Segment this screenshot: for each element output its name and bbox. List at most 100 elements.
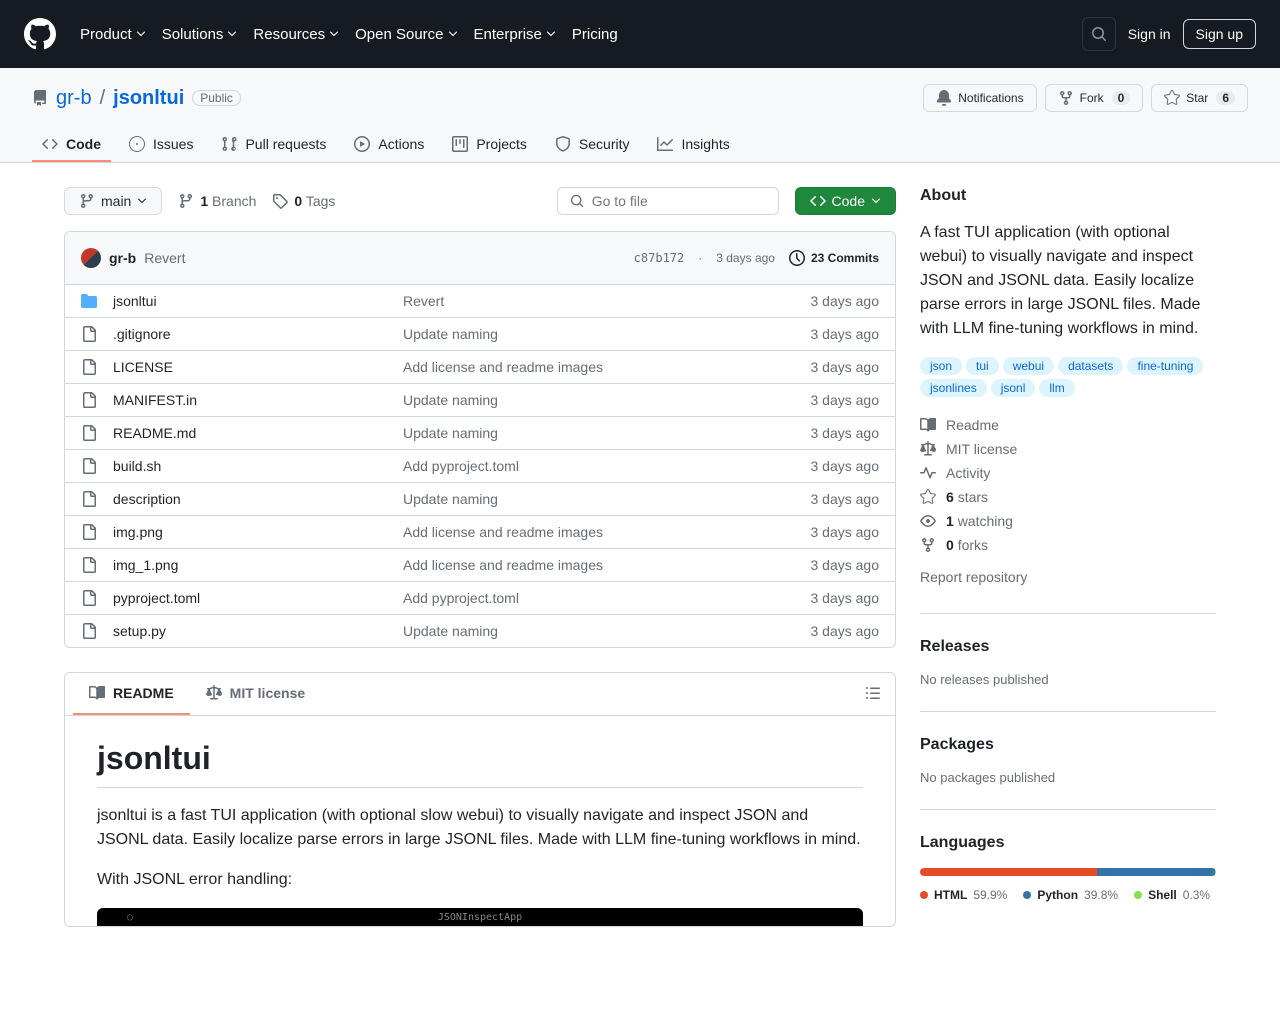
releases-section: Releases No releases published xyxy=(920,638,1216,712)
tab-insights[interactable]: Insights xyxy=(647,128,739,162)
file-commit-msg[interactable]: Add license and readme images xyxy=(403,557,811,573)
languages-section: Languages HTML 59.9% Python 39.8% Shell … xyxy=(920,834,1216,902)
repo-name-link[interactable]: jsonltui xyxy=(113,87,184,110)
language-bar xyxy=(920,868,1216,876)
watching-link[interactable]: 1 watching xyxy=(920,509,1216,533)
commit-author[interactable]: gr-b xyxy=(109,250,136,266)
file-name[interactable]: README.md xyxy=(113,425,403,441)
file-commit-msg[interactable]: Add pyproject.toml xyxy=(403,590,811,606)
branch-count-link[interactable]: 1 Branch xyxy=(178,193,256,209)
readme-tabs: README MIT license xyxy=(65,673,895,716)
file-name[interactable]: pyproject.toml xyxy=(113,590,403,606)
topic-jsonlines[interactable]: jsonlines xyxy=(920,379,987,397)
about-heading: About xyxy=(920,187,1216,205)
github-logo-icon[interactable] xyxy=(24,18,56,50)
file-search[interactable] xyxy=(557,187,779,215)
stars-link[interactable]: 6 stars xyxy=(920,485,1216,509)
signin-link[interactable]: Sign in xyxy=(1128,26,1171,42)
code-button[interactable]: Code xyxy=(795,187,896,215)
notifications-button[interactable]: Notifications xyxy=(923,84,1036,112)
file-commit-msg[interactable]: Update naming xyxy=(403,425,811,441)
nav-item-pricing[interactable]: Pricing xyxy=(564,18,626,51)
license-link[interactable]: MIT license xyxy=(920,437,1216,461)
file-name[interactable]: description xyxy=(113,491,403,507)
file-name[interactable]: jsonltui xyxy=(113,293,403,309)
tab-security[interactable]: Security xyxy=(545,128,640,162)
file-commit-msg[interactable]: Add license and readme images xyxy=(403,524,811,540)
forks-link[interactable]: 0 forks xyxy=(920,533,1216,557)
nav-item-enterprise[interactable]: Enterprise xyxy=(466,18,564,51)
activity-link[interactable]: Activity xyxy=(920,461,1216,485)
packages-text: No packages published xyxy=(920,770,1216,785)
file-commit-msg[interactable]: Add pyproject.toml xyxy=(403,458,811,474)
nav-item-open-source[interactable]: Open Source xyxy=(347,18,465,51)
tab-issues[interactable]: Issues xyxy=(119,128,203,162)
file-name[interactable]: build.sh xyxy=(113,458,403,474)
file-name[interactable]: img_1.png xyxy=(113,557,403,573)
license-tab[interactable]: MIT license xyxy=(190,673,321,715)
topic-fine-tuning[interactable]: fine-tuning xyxy=(1127,357,1203,375)
file-icon xyxy=(81,359,97,375)
tab-code[interactable]: Code xyxy=(32,128,111,162)
file-row: MANIFEST.in Update naming 3 days ago xyxy=(65,384,895,417)
outline-button[interactable] xyxy=(859,679,887,710)
languages-heading: Languages xyxy=(920,834,1216,852)
tab-projects[interactable]: Projects xyxy=(442,128,537,162)
lang-dot xyxy=(1023,891,1031,899)
file-name[interactable]: img.png xyxy=(113,524,403,540)
file-search-input[interactable] xyxy=(592,193,766,209)
repo-title: gr-b / jsonltui Public xyxy=(32,87,241,110)
readme-tab[interactable]: README xyxy=(73,673,190,715)
file-commit-msg[interactable]: Revert xyxy=(403,293,811,309)
topic-webui[interactable]: webui xyxy=(1003,357,1054,375)
file-date: 3 days ago xyxy=(811,326,880,342)
file-name[interactable]: LICENSE xyxy=(113,359,403,375)
owner-link[interactable]: gr-b xyxy=(56,87,92,110)
file-commit-msg[interactable]: Update naming xyxy=(403,392,811,408)
file-icon xyxy=(81,590,97,606)
search-button[interactable] xyxy=(1082,17,1116,51)
topic-datasets[interactable]: datasets xyxy=(1058,357,1123,375)
file-date: 3 days ago xyxy=(811,359,880,375)
file-row: jsonltui Revert 3 days ago xyxy=(65,285,895,318)
lang-item-shell[interactable]: Shell 0.3% xyxy=(1134,888,1210,902)
file-date: 3 days ago xyxy=(811,590,880,606)
repo-actions: Notifications Fork 0 Star 6 xyxy=(923,84,1248,112)
lang-item-python[interactable]: Python 39.8% xyxy=(1023,888,1118,902)
nav-item-solutions[interactable]: Solutions xyxy=(154,18,246,51)
fork-button[interactable]: Fork 0 xyxy=(1045,84,1144,112)
readme-link[interactable]: Readme xyxy=(920,413,1216,437)
file-commit-msg[interactable]: Update naming xyxy=(403,326,811,342)
topic-jsonl[interactable]: jsonl xyxy=(991,379,1036,397)
author-avatar[interactable] xyxy=(81,248,101,268)
packages-heading: Packages xyxy=(920,736,1216,754)
tab-pull-requests[interactable]: Pull requests xyxy=(211,128,336,162)
dir-icon xyxy=(81,293,97,309)
readme-p2: With JSONL error handling: xyxy=(97,868,863,892)
file-commit-msg[interactable]: Add license and readme images xyxy=(403,359,811,375)
topic-tui[interactable]: tui xyxy=(966,357,999,375)
report-link[interactable]: Report repository xyxy=(920,565,1216,589)
commit-message[interactable]: Revert xyxy=(144,250,185,266)
signup-button[interactable]: Sign up xyxy=(1183,19,1256,49)
topic-llm[interactable]: llm xyxy=(1039,379,1074,397)
file-name[interactable]: .gitignore xyxy=(113,326,403,342)
lang-bar-segment xyxy=(1215,868,1216,876)
releases-heading: Releases xyxy=(920,638,1216,656)
file-name[interactable]: MANIFEST.in xyxy=(113,392,403,408)
nav-item-product[interactable]: Product xyxy=(72,18,154,51)
branch-icon xyxy=(178,193,194,209)
commit-hash[interactable]: c87b172 xyxy=(634,251,685,265)
file-commit-msg[interactable]: Update naming xyxy=(403,491,811,507)
branch-picker[interactable]: main xyxy=(64,187,162,215)
tab-actions[interactable]: Actions xyxy=(344,128,434,162)
commits-link[interactable]: 23 Commits xyxy=(789,250,879,266)
lang-item-html[interactable]: HTML 59.9% xyxy=(920,888,1007,902)
tag-count-link[interactable]: 0 Tags xyxy=(272,193,335,209)
nav-item-resources[interactable]: Resources xyxy=(245,18,347,51)
star-button[interactable]: Star 6 xyxy=(1151,84,1248,112)
file-name[interactable]: setup.py xyxy=(113,623,403,639)
topic-json[interactable]: json xyxy=(920,357,962,375)
file-commit-msg[interactable]: Update naming xyxy=(403,623,811,639)
file-list: jsonltui Revert 3 days ago .gitignore Up… xyxy=(65,285,895,647)
